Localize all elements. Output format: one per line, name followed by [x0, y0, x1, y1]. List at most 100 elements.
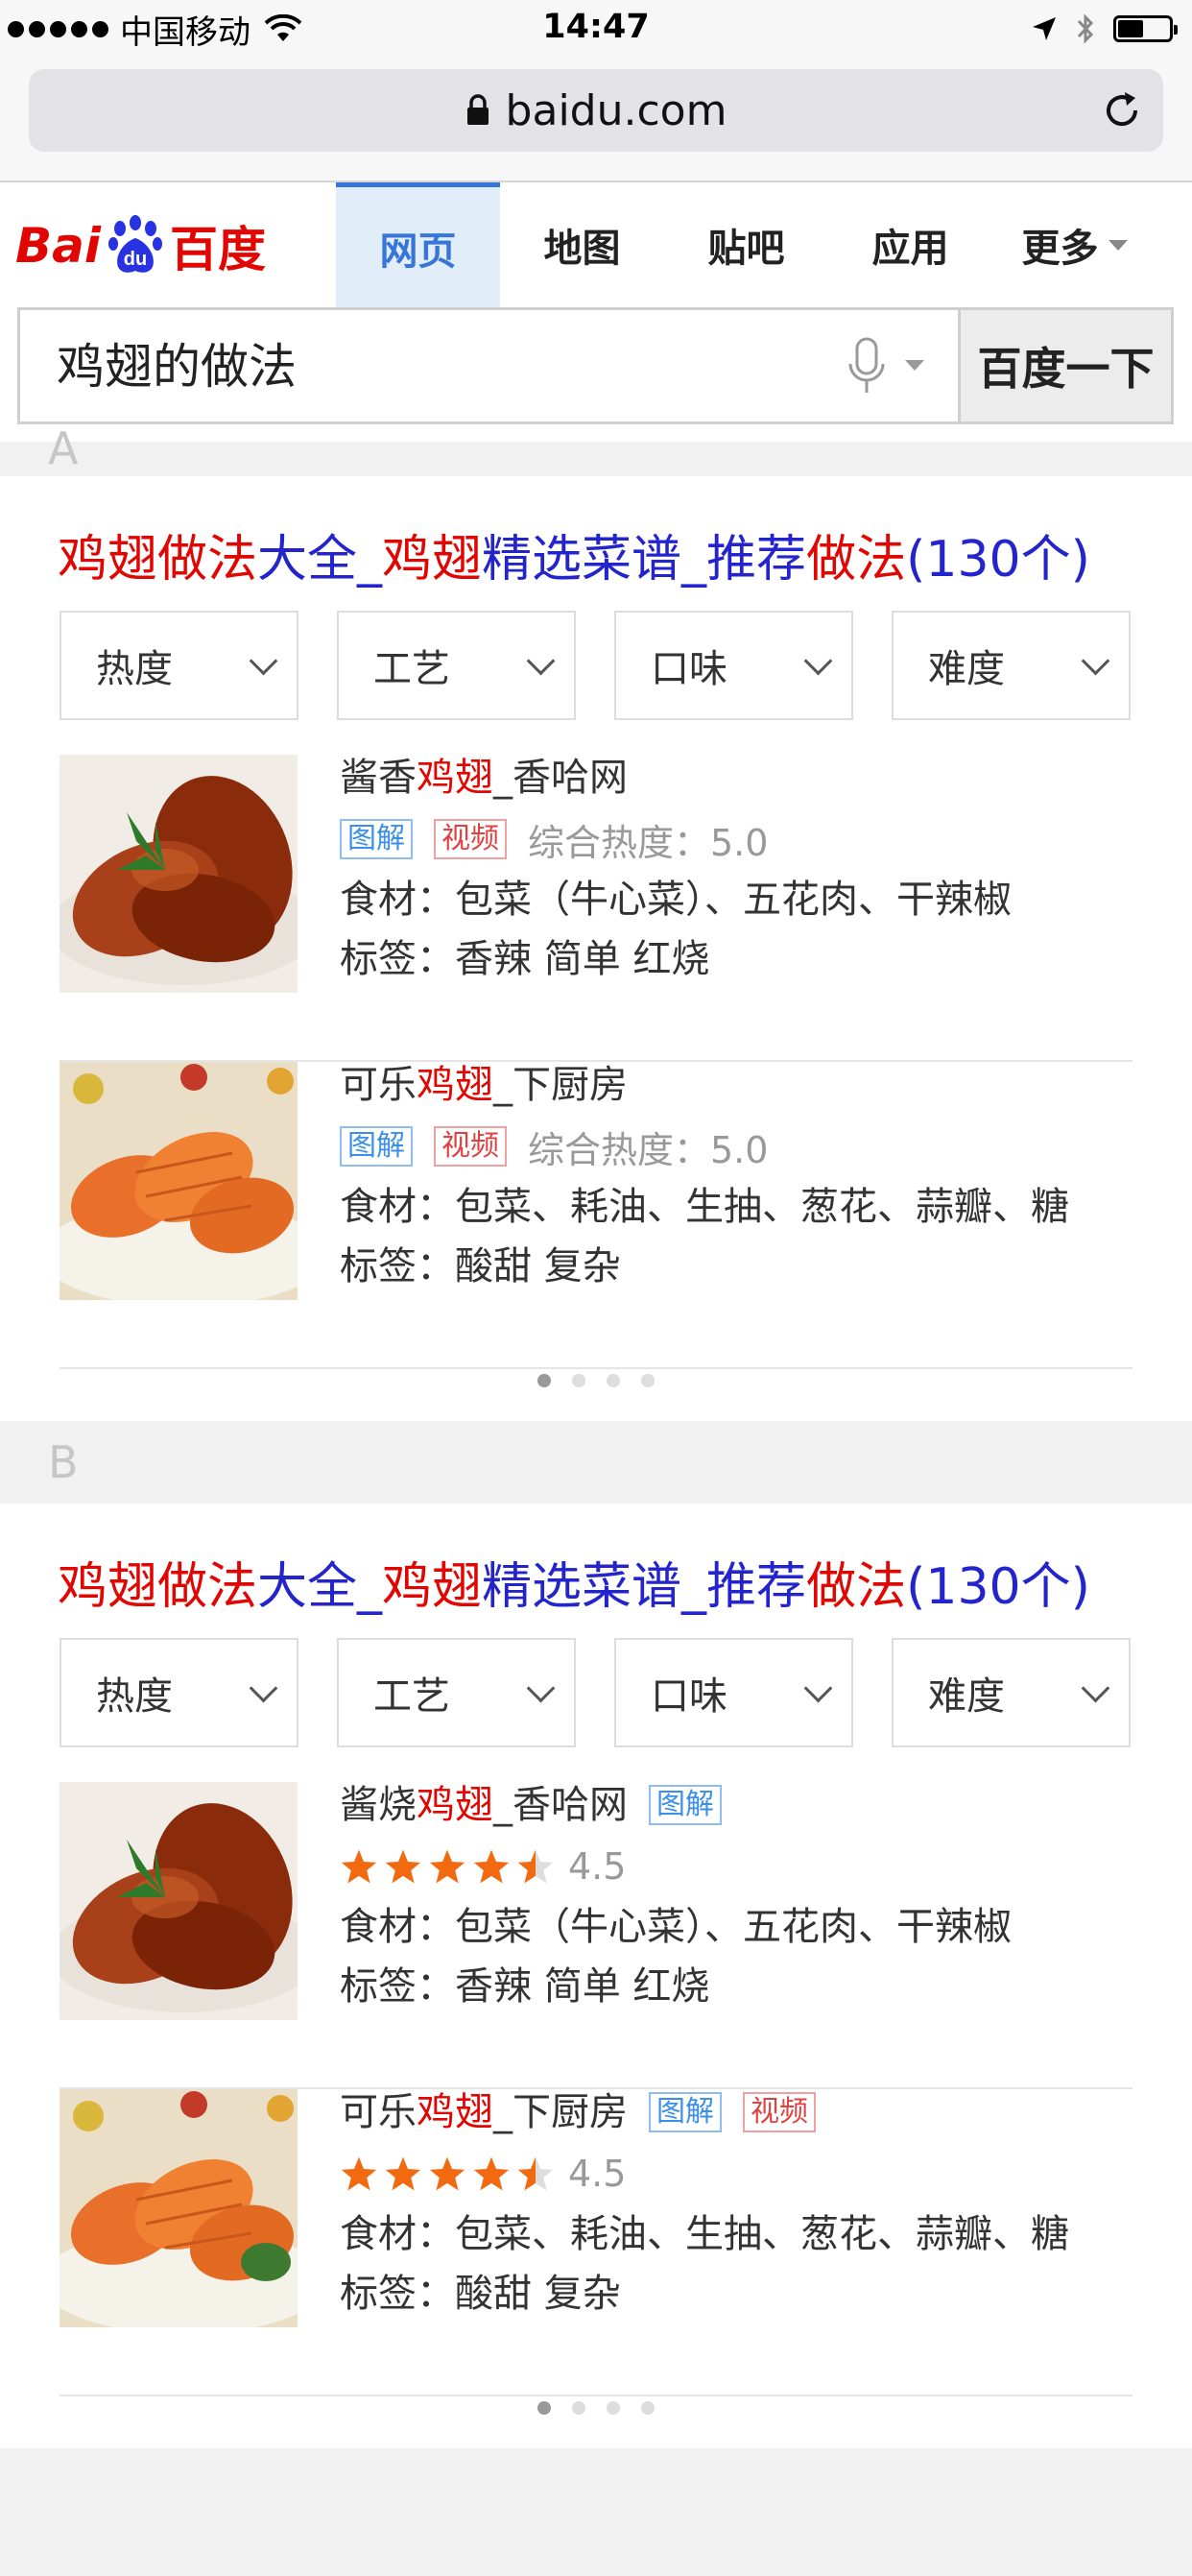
tab-webpage[interactable]: 网页	[336, 182, 500, 307]
star-rating: 4.5	[340, 2143, 1069, 2204]
recipe-item[interactable]: 可乐 鸡翅 _下厨房 图解 视频 综合热度：5.0 食材：包菜、耗油、生抽、葱花、蒜…	[60, 1062, 1132, 1369]
tab-more[interactable]: 更多	[992, 182, 1156, 307]
illustrated-badge: 图解	[340, 1126, 413, 1167]
pager-dot[interactable]	[572, 1374, 585, 1387]
tab-tieba[interactable]: 贴吧	[664, 182, 828, 307]
recipe-thumbnail[interactable]	[60, 2089, 298, 2327]
section-label-b: B	[48, 1436, 79, 1488]
svg-text:du: du	[124, 249, 147, 270]
illustrated-badge: 图解	[649, 2092, 722, 2132]
recipe-card-b: 鸡翅做法大全_鸡翅精选菜谱_推荐做法(130个) 热度 工艺 口味 难度 酱烧鸡…	[0, 1504, 1192, 2448]
star-icon	[473, 2156, 510, 2191]
illustrated-badge: 图解	[649, 1785, 722, 1825]
carousel-pager[interactable]	[0, 1374, 1192, 1387]
pager-dot[interactable]	[641, 2401, 655, 2415]
ingredients: 食材：包菜（牛心菜）、五花肉、干辣椒	[340, 878, 1012, 922]
voice-options-caret-icon[interactable]	[905, 360, 924, 371]
baidu-paw-icon: du	[108, 215, 162, 273]
recipe-title[interactable]: 可乐 鸡翅 _下厨房 图解 视频	[340, 2082, 1069, 2143]
ingredients: 食材：包菜、耗油、生抽、葱花、蒜瓣、糖	[340, 2212, 1069, 2256]
chevron-down-icon	[1081, 1673, 1110, 1702]
rating-value: 4.5	[568, 1845, 627, 1888]
search-query-text: 鸡翅的做法	[57, 339, 297, 395]
tags: 标签：酸甜 复杂	[340, 2272, 621, 2316]
caret-down-icon	[1108, 239, 1128, 251]
star-icon	[341, 1849, 377, 1884]
recipe-item[interactable]: 酱烧 鸡翅 _香哈网 图解 4.5 食材：包菜（牛心菜）、五花肉、干辣椒 标签：香辣 …	[60, 1782, 1132, 2089]
heat-score: 综合热度：5.0	[528, 821, 769, 864]
chevron-down-icon	[803, 1673, 833, 1702]
battery-icon	[1113, 15, 1178, 42]
video-badge: 视频	[434, 1126, 507, 1167]
browser-toolbar: baidu.com	[0, 58, 1192, 182]
recipe-thumbnail[interactable]	[60, 1062, 298, 1300]
star-icon	[429, 1849, 465, 1884]
filter-difficulty[interactable]: 难度	[892, 1638, 1131, 1747]
status-bar: 中国移动 14:47	[0, 0, 1192, 58]
tab-apps[interactable]: 应用	[828, 182, 992, 307]
tags: 标签：香辣 简单 红烧	[340, 937, 710, 981]
microphone-icon[interactable]	[846, 337, 888, 397]
recipe-item[interactable]: 可乐 鸡翅 _下厨房 图解 视频 4.5 食材：包菜、耗油、生抽、葱花、蒜瓣、糖 标签：…	[60, 2089, 1132, 2396]
tags: 标签：香辣 简单 红烧	[340, 1964, 710, 2009]
recipe-thumbnail[interactable]	[60, 755, 298, 993]
star-icon	[341, 2156, 377, 2191]
filter-difficulty[interactable]: 难度	[892, 611, 1131, 720]
rating-value: 4.5	[568, 2153, 627, 2195]
star-icon	[385, 1849, 421, 1884]
filter-bar: 热度 工艺 口味 难度	[60, 1638, 1131, 1747]
filter-flavor[interactable]: 口味	[614, 611, 853, 720]
search-vertical-tabs: 网页 地图 贴吧 应用 更多	[336, 182, 1156, 307]
search-input[interactable]: 鸡翅的做法	[17, 307, 958, 424]
location-arrow-icon	[1033, 17, 1056, 40]
star-rating: 4.5	[340, 1836, 1012, 1897]
ingredients: 食材：包菜、耗油、生抽、葱花、蒜瓣、糖	[340, 1185, 1069, 1229]
recipe-card-title[interactable]: 鸡翅做法大全_鸡翅精选菜谱_推荐做法(130个)	[58, 518, 1090, 590]
star-icon	[385, 2156, 421, 2191]
tab-map[interactable]: 地图	[500, 182, 664, 307]
recipe-item[interactable]: 酱香 鸡翅 _香哈网 图解 视频 综合热度：5.0 食材：包菜（牛心菜）、五花肉、干…	[60, 755, 1132, 1062]
star-icon	[429, 2156, 465, 2191]
star-icon	[473, 1849, 510, 1884]
search-button[interactable]: 百度一下	[958, 307, 1174, 424]
chevron-down-icon	[1081, 646, 1110, 675]
pager-dot[interactable]	[607, 1374, 620, 1387]
chevron-down-icon	[249, 1673, 278, 1702]
pager-dot[interactable]	[537, 1374, 551, 1387]
section-label-a: A	[48, 422, 79, 474]
recipe-title[interactable]: 可乐 鸡翅 _下厨房	[340, 1054, 1069, 1116]
filter-technique[interactable]: 工艺	[337, 611, 576, 720]
pager-dot[interactable]	[537, 2401, 551, 2415]
chevron-down-icon	[526, 1673, 556, 1702]
filter-popularity[interactable]: 热度	[60, 1638, 298, 1747]
video-badge: 视频	[743, 2092, 816, 2132]
chevron-down-icon	[803, 646, 833, 675]
carousel-pager[interactable]	[0, 2401, 1192, 2415]
ingredients: 食材：包菜（牛心菜）、五花肉、干辣椒	[340, 1905, 1012, 1949]
recipe-title[interactable]: 酱香 鸡翅 _香哈网	[340, 747, 1012, 808]
recipe-title[interactable]: 酱烧 鸡翅 _香哈网 图解	[340, 1774, 1012, 1836]
half-star-icon	[517, 2156, 554, 2191]
lock-icon	[466, 94, 489, 125]
filter-flavor[interactable]: 口味	[614, 1638, 853, 1747]
illustrated-badge: 图解	[340, 819, 413, 859]
address-bar[interactable]: baidu.com	[29, 69, 1163, 152]
video-badge: 视频	[434, 819, 507, 859]
bluetooth-icon	[1077, 13, 1094, 44]
filter-technique[interactable]: 工艺	[337, 1638, 576, 1747]
pager-dot[interactable]	[607, 2401, 620, 2415]
recipe-thumbnail[interactable]	[60, 1782, 298, 2020]
filter-popularity[interactable]: 热度	[60, 611, 298, 720]
reload-icon[interactable]	[1100, 88, 1144, 132]
recipe-card-a: 鸡翅做法大全_鸡翅精选菜谱_推荐做法(130个) 热度 工艺 口味 难度 酱香鸡…	[0, 476, 1192, 1421]
chevron-down-icon	[526, 646, 556, 675]
tags: 标签：酸甜 复杂	[340, 1244, 621, 1288]
chevron-down-icon	[249, 646, 278, 675]
pager-dot[interactable]	[572, 2401, 585, 2415]
heat-score: 综合热度：5.0	[528, 1128, 769, 1171]
baidu-logo[interactable]: Bai du 百度	[15, 211, 266, 280]
pager-dot[interactable]	[641, 1374, 655, 1387]
filter-bar: 热度 工艺 口味 难度	[60, 611, 1131, 720]
recipe-card-title[interactable]: 鸡翅做法大全_鸡翅精选菜谱_推荐做法(130个)	[58, 1546, 1090, 1618]
half-star-icon	[517, 1849, 554, 1884]
